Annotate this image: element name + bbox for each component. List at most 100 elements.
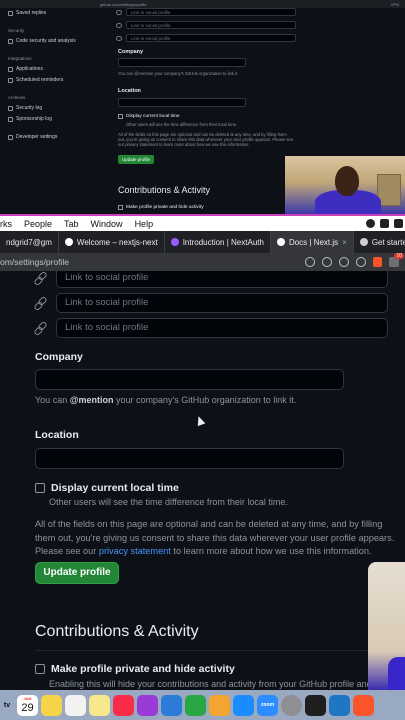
reminders-icon[interactable] [65,694,86,716]
mini-social-row: Link to social profile [116,21,296,29]
location-input[interactable] [35,448,344,469]
mini-location-input[interactable] [118,98,246,107]
terminal-icon[interactable] [305,694,326,716]
mini-private-checkbox[interactable]: Make profile private and hide activity [118,205,204,210]
company-label: Company [35,351,83,363]
tab-nextauth[interactable]: Introduction | NextAuth [165,231,271,253]
location-label: Location [35,429,79,441]
display-time-checkbox[interactable]: Display current local time [35,482,179,494]
section-divider [35,650,375,651]
zoom-icon[interactable]: zoom [257,694,278,716]
menu-window[interactable]: Window [85,219,129,229]
tab-welcome[interactable]: Welcome – nextjs-next [59,231,165,253]
tab-nextjs-docs[interactable]: Docs | Next.js × [270,231,354,253]
private-profile-checkbox[interactable]: Make profile private and hide activity [35,663,235,675]
mouse-cursor-icon [194,414,206,427]
screenshot-icon[interactable] [305,257,315,267]
link-icon [116,35,122,41]
tab-get-started[interactable]: Get started [354,231,405,253]
calendar-day: 29 [21,701,34,714]
mini-vpn-label: VPN [390,2,399,7]
status-icon[interactable] [380,219,389,228]
mini-display-time-checkbox[interactable]: Display current local time [118,114,180,119]
nextjs-icon [276,238,285,246]
vscode-icon[interactable] [329,694,350,716]
link-icon [34,297,46,309]
clock-icon [8,77,13,83]
private-profile-label: Make profile private and hide activity [51,663,235,675]
menu-bookmarks[interactable]: rks [0,219,18,229]
update-profile-button[interactable]: Update profile [35,562,119,584]
social-link-input[interactable]: Link to social profile [56,318,388,338]
sidebar-item-code-security[interactable]: Code security and analysis [8,38,76,44]
keynote-icon[interactable] [161,694,182,716]
top-screen-preview: github.com/settings/profile VPN Saved re… [0,0,405,214]
mini-company-label: Company [118,49,144,55]
podcasts-icon[interactable] [137,694,158,716]
music-icon[interactable] [113,694,134,716]
log-icon [8,116,13,122]
sidebar-heading-archives: Archives [8,95,26,100]
social-link-input[interactable]: Link to social profile [56,293,388,313]
sidebar-item-security-log[interactable]: Security log [8,105,42,111]
social-link-input[interactable]: Link to social profile [56,271,388,288]
calendar-icon[interactable]: JAN 29 [17,694,38,716]
bookmark-icon[interactable] [356,257,366,267]
link-icon [34,322,46,334]
address-bar-icons: 10 [305,253,405,267]
sidebar-item-sponsorship-log[interactable]: Sponsorship log [8,116,52,122]
menu-people[interactable]: People [18,219,58,229]
sidebar-heading-security: Security [8,28,25,33]
shield-icon [8,38,13,44]
menu-bar-status-icons [366,219,403,228]
close-icon[interactable]: × [342,238,347,247]
tab-label: Welcome – nextjs-next [76,237,158,247]
share-icon[interactable] [339,257,349,267]
sidebar-item-developer-settings[interactable]: Developer settings [8,134,57,140]
notes2-icon[interactable] [89,694,110,716]
display-time-help: Other users will see the time difference… [49,497,288,507]
browser-tab-strip: ndgrid7@gm Welcome – nextjs-next Introdu… [0,231,405,253]
mini-update-profile-button[interactable]: Update profile [118,155,155,164]
mini-company-input[interactable] [118,58,246,67]
company-input[interactable] [35,369,344,390]
mac-menu-bar: rks People Tab Window Help [0,214,405,231]
mini-social-input[interactable]: Link to social profile [126,34,296,42]
notes-icon[interactable] [41,694,62,716]
sidebar-heading-integrations: Integrations [8,56,32,61]
record-icon[interactable] [366,219,375,228]
brave-shield-icon[interactable] [373,257,382,267]
mini-profile-form: Link to social profile Link to social pr… [116,0,296,214]
tab-label: Get started [371,237,405,247]
social-link-row: Link to social profile [34,293,388,313]
apps-icon [8,66,13,72]
url-input[interactable]: om/settings/profile [0,257,305,267]
apple-tv-icon[interactable]: tv [0,695,14,716]
vercel-icon [64,238,73,246]
zoom-icon[interactable] [322,257,332,267]
brave-icon[interactable] [353,694,374,716]
webcam-person-head [335,166,359,196]
menu-tab[interactable]: Tab [58,219,85,229]
appstore-icon[interactable] [233,694,254,716]
sidebar-item-saved-replies[interactable]: Saved replies [8,10,46,16]
sidebar-item-scheduled-reminders[interactable]: Scheduled reminders [8,77,63,83]
numbers-icon[interactable] [185,694,206,716]
privacy-statement-link[interactable]: privacy statement [99,546,171,556]
mini-social-input[interactable]: Link to social profile [126,21,296,29]
status-icon[interactable] [394,219,403,228]
sidebar-item-applications[interactable]: Applications [8,66,43,72]
mini-location-label: Location [118,88,141,94]
pages-icon[interactable] [209,694,230,716]
mini-company-help: You can @mention your company's GitHub o… [118,71,239,76]
mini-social-input[interactable]: Link to social profile [126,8,296,16]
optional-fields-notice: All of the fields on this page are optio… [35,519,395,556]
address-bar: om/settings/profile 10 [0,253,405,271]
tab-label: ndgrid7@gm [6,237,52,247]
settings-icon[interactable] [281,694,302,716]
link-icon [34,272,46,284]
rewards-badge: 10 [394,253,404,259]
brave-rewards-icon[interactable]: 10 [389,253,404,267]
menu-help[interactable]: Help [129,219,160,229]
tab-gmail[interactable]: ndgrid7@gm [0,231,59,253]
